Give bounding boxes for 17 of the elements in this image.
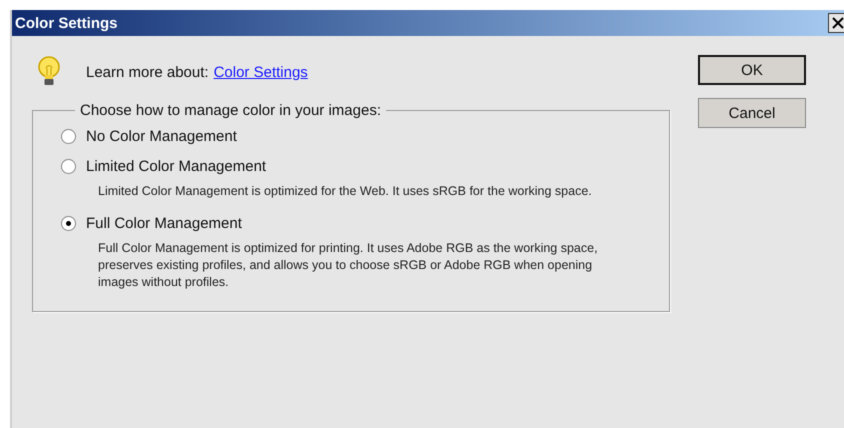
lightbulb-icon xyxy=(36,56,62,88)
radio-button[interactable] xyxy=(61,158,76,174)
window-title: Color Settings xyxy=(15,14,118,32)
close-button[interactable] xyxy=(828,13,844,33)
option-description: Limited Color Management is optimized for the Web. It uses sRGB for the working space. xyxy=(98,183,593,200)
color-settings-link[interactable]: Color Settings xyxy=(214,64,308,80)
info-text: Learn more about: xyxy=(86,64,209,80)
ok-button[interactable]: OK xyxy=(698,55,806,85)
radio-option[interactable]: No Color Management xyxy=(61,121,659,151)
close-icon xyxy=(832,17,844,29)
radio-option[interactable]: Full Color Management xyxy=(61,208,659,238)
cancel-button[interactable]: Cancel xyxy=(698,98,806,128)
radio-button[interactable] xyxy=(61,216,76,230)
group-legend: Choose how to manage color in your images: xyxy=(75,102,386,119)
radio-option[interactable]: Limited Color Management xyxy=(61,151,659,181)
option-description: Full Color Management is optimized for printing. It uses Adobe RGB as the working space, preserves existing profiles, and allows you to choose sRGB or Adobe RGB when opening images without profiles. xyxy=(98,240,599,291)
radio-button[interactable] xyxy=(61,128,76,144)
